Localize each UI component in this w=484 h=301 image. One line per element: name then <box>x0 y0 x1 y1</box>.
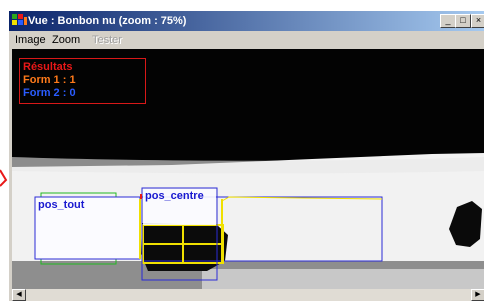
menu-image[interactable]: Image <box>15 31 46 49</box>
view-window: Vue : Bonbon nu (zoom : 75%) _ □ × Image… <box>8 10 484 301</box>
menu-tester[interactable]: Tester <box>92 31 122 49</box>
detection-overlay <box>34 187 383 281</box>
pos-tout-label: pos_tout <box>38 199 85 211</box>
menu-bar: Image Zoom Tester <box>9 31 484 49</box>
arrow-right-icon[interactable]: ▶ <box>471 289 484 301</box>
image-viewport[interactable]: Résultats Form 1 : 1 Form 2 : 0 pos_tout… <box>12 49 484 289</box>
title-bar[interactable]: Vue : Bonbon nu (zoom : 75%) _ □ × <box>9 11 484 31</box>
close-button[interactable]: × <box>471 14 484 28</box>
external-marker-icon <box>0 169 8 187</box>
horizontal-scrollbar[interactable]: ◀ ▶ <box>12 289 484 301</box>
pos-centre-label: pos_centre <box>145 190 204 202</box>
arrow-left-icon[interactable]: ◀ <box>12 289 26 301</box>
app-icon <box>12 14 27 25</box>
window-title: Vue : Bonbon nu (zoom : 75%) <box>28 15 187 27</box>
maximize-button[interactable]: □ <box>455 14 471 28</box>
menu-zoom[interactable]: Zoom <box>52 31 80 49</box>
minimize-button[interactable]: _ <box>440 14 456 28</box>
